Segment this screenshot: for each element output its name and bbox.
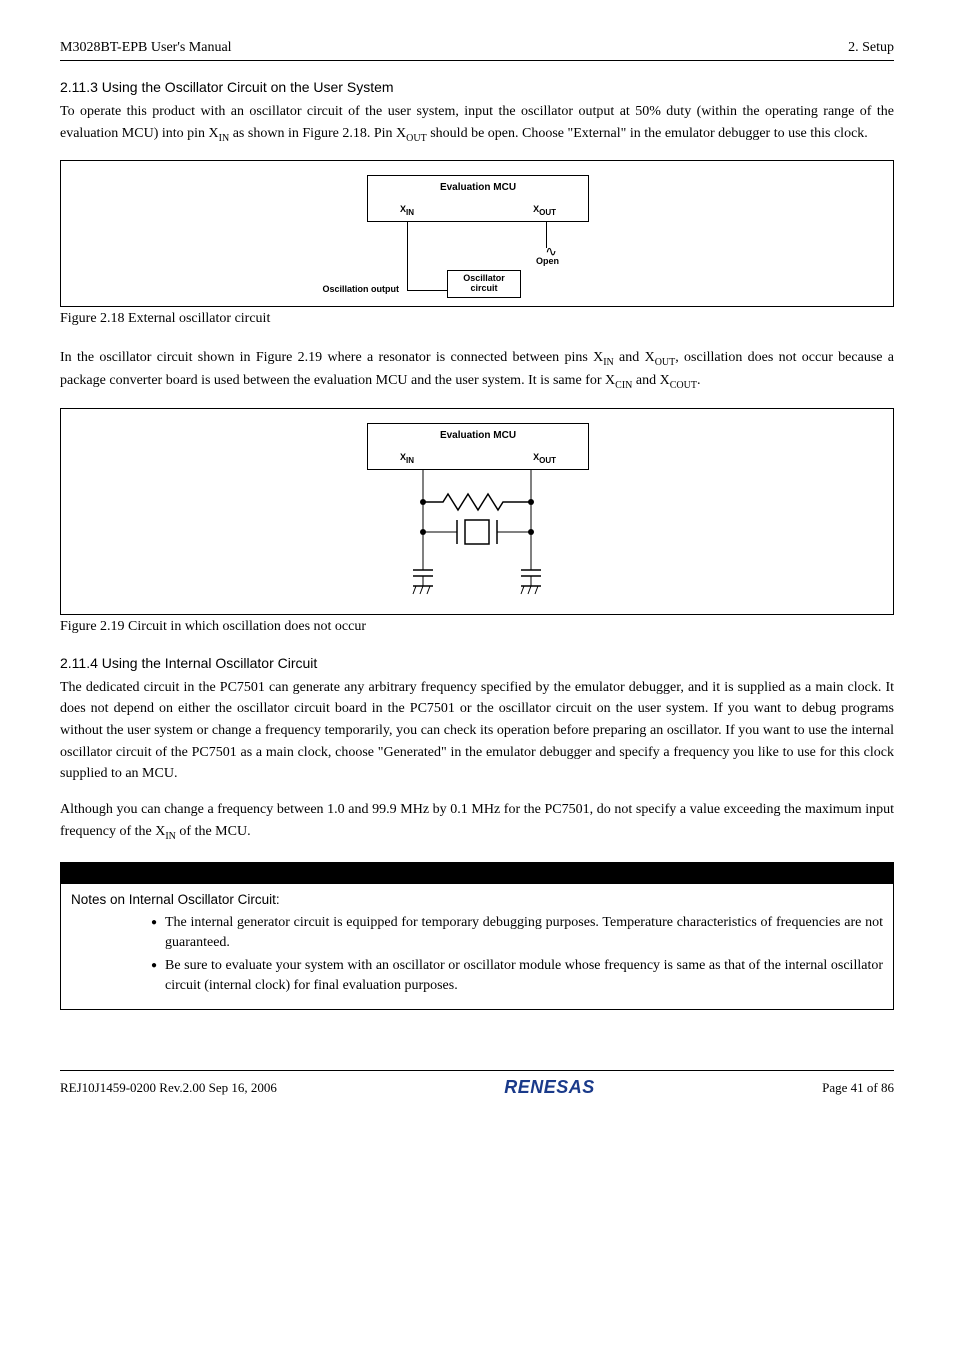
section-2-11-4-para1: The dedicated circuit in the PC7501 can …	[60, 677, 894, 785]
footer-left: REJ10J1459-0200 Rev.2.00 Sep 16, 2006	[60, 1080, 277, 1096]
para1-part-b: as shown in Figure 2.18. Pin X	[229, 126, 406, 141]
fig1-mcu-label: Evaluation MCU	[440, 182, 516, 193]
xin-sub2: IN	[603, 357, 614, 368]
xin-sub3: IN	[165, 831, 176, 842]
para2-a: In the oscillator circuit shown in Figur…	[60, 350, 603, 365]
fig1-osc-output-label: Oscillation output	[289, 284, 399, 294]
fig2-xin-label: XIN	[400, 452, 414, 465]
xin-sub: IN	[219, 132, 230, 143]
page-header: M3028BT-EPB User's Manual 2. Setup	[60, 40, 894, 61]
para-2114-2b: of the MCU.	[176, 824, 251, 839]
fig1-wire-left	[407, 222, 408, 290]
header-left: M3028BT-EPB User's Manual	[60, 40, 232, 56]
xcin-sub: CIN	[615, 380, 632, 391]
fig1-xout-label: XOUT	[533, 204, 556, 217]
renesas-logo: RENESAS	[504, 1077, 595, 1098]
notes-bullet-2: Be sure to evaluate your system with an …	[151, 956, 883, 995]
xcout-sub: COUT	[670, 380, 697, 391]
para1-part-c: should be open. Choose "External" in the…	[427, 126, 868, 141]
fig1-xin-label: XIN	[400, 204, 414, 217]
header-right: 2. Setup	[848, 40, 894, 56]
figure-2-18-box: Evaluation MCU XIN XOUT ∿ Open Oscillato…	[60, 160, 894, 307]
figure-2-18-caption: Figure 2.18 External oscillator circuit	[60, 311, 894, 327]
xout-sub: OUT	[406, 132, 427, 143]
section-2-11-3-heading: 2.11.3 Using the Oscillator Circuit on t…	[60, 79, 894, 95]
notes-box: Notes on Internal Oscillator Circuit: Th…	[60, 884, 894, 1010]
fig1-mcu-box: Evaluation MCU XIN XOUT	[367, 175, 589, 222]
section-2-11-3-para1: To operate this product with an oscillat…	[60, 101, 894, 146]
fig1-oscillator-box: Oscillator circuit	[447, 270, 521, 298]
section-2-11-4-para2: Although you can change a frequency betw…	[60, 799, 894, 844]
fig1-open-label: Open	[536, 256, 559, 266]
figure-2-19-caption: Figure 2.19 Circuit in which oscillation…	[60, 619, 894, 635]
xout-sub2: OUT	[655, 357, 676, 368]
figure-2-19-drawing: Evaluation MCU XIN XOUT	[367, 423, 587, 600]
para2-e: .	[697, 373, 701, 388]
figure-2-18-drawing: Evaluation MCU XIN XOUT ∿ Open Oscillato…	[367, 175, 587, 292]
fig2-mcu-label: Evaluation MCU	[440, 430, 516, 441]
fig2-xout-label: XOUT	[533, 452, 556, 465]
figure-2-19-box: Evaluation MCU XIN XOUT	[60, 408, 894, 615]
notes-title: Notes on Internal Oscillator Circuit:	[71, 892, 883, 907]
section-2-11-3-para2: In the oscillator circuit shown in Figur…	[60, 347, 894, 394]
fig1-wire-bottom	[407, 290, 447, 291]
notes-bullet-1: The internal generator circuit is equipp…	[151, 913, 883, 952]
footer-right: Page 41 of 86	[822, 1080, 894, 1096]
fig2-circuit-svg	[387, 470, 567, 600]
section-2-11-4-heading: 2.11.4 Using the Internal Oscillator Cir…	[60, 655, 894, 671]
important-banner: IMPORTANT	[60, 862, 894, 884]
para2-d: and X	[632, 373, 669, 388]
fig2-mcu-box: Evaluation MCU XIN XOUT	[367, 423, 589, 470]
para2-b: and X	[614, 350, 655, 365]
page-footer: REJ10J1459-0200 Rev.2.00 Sep 16, 2006 RE…	[60, 1070, 894, 1098]
